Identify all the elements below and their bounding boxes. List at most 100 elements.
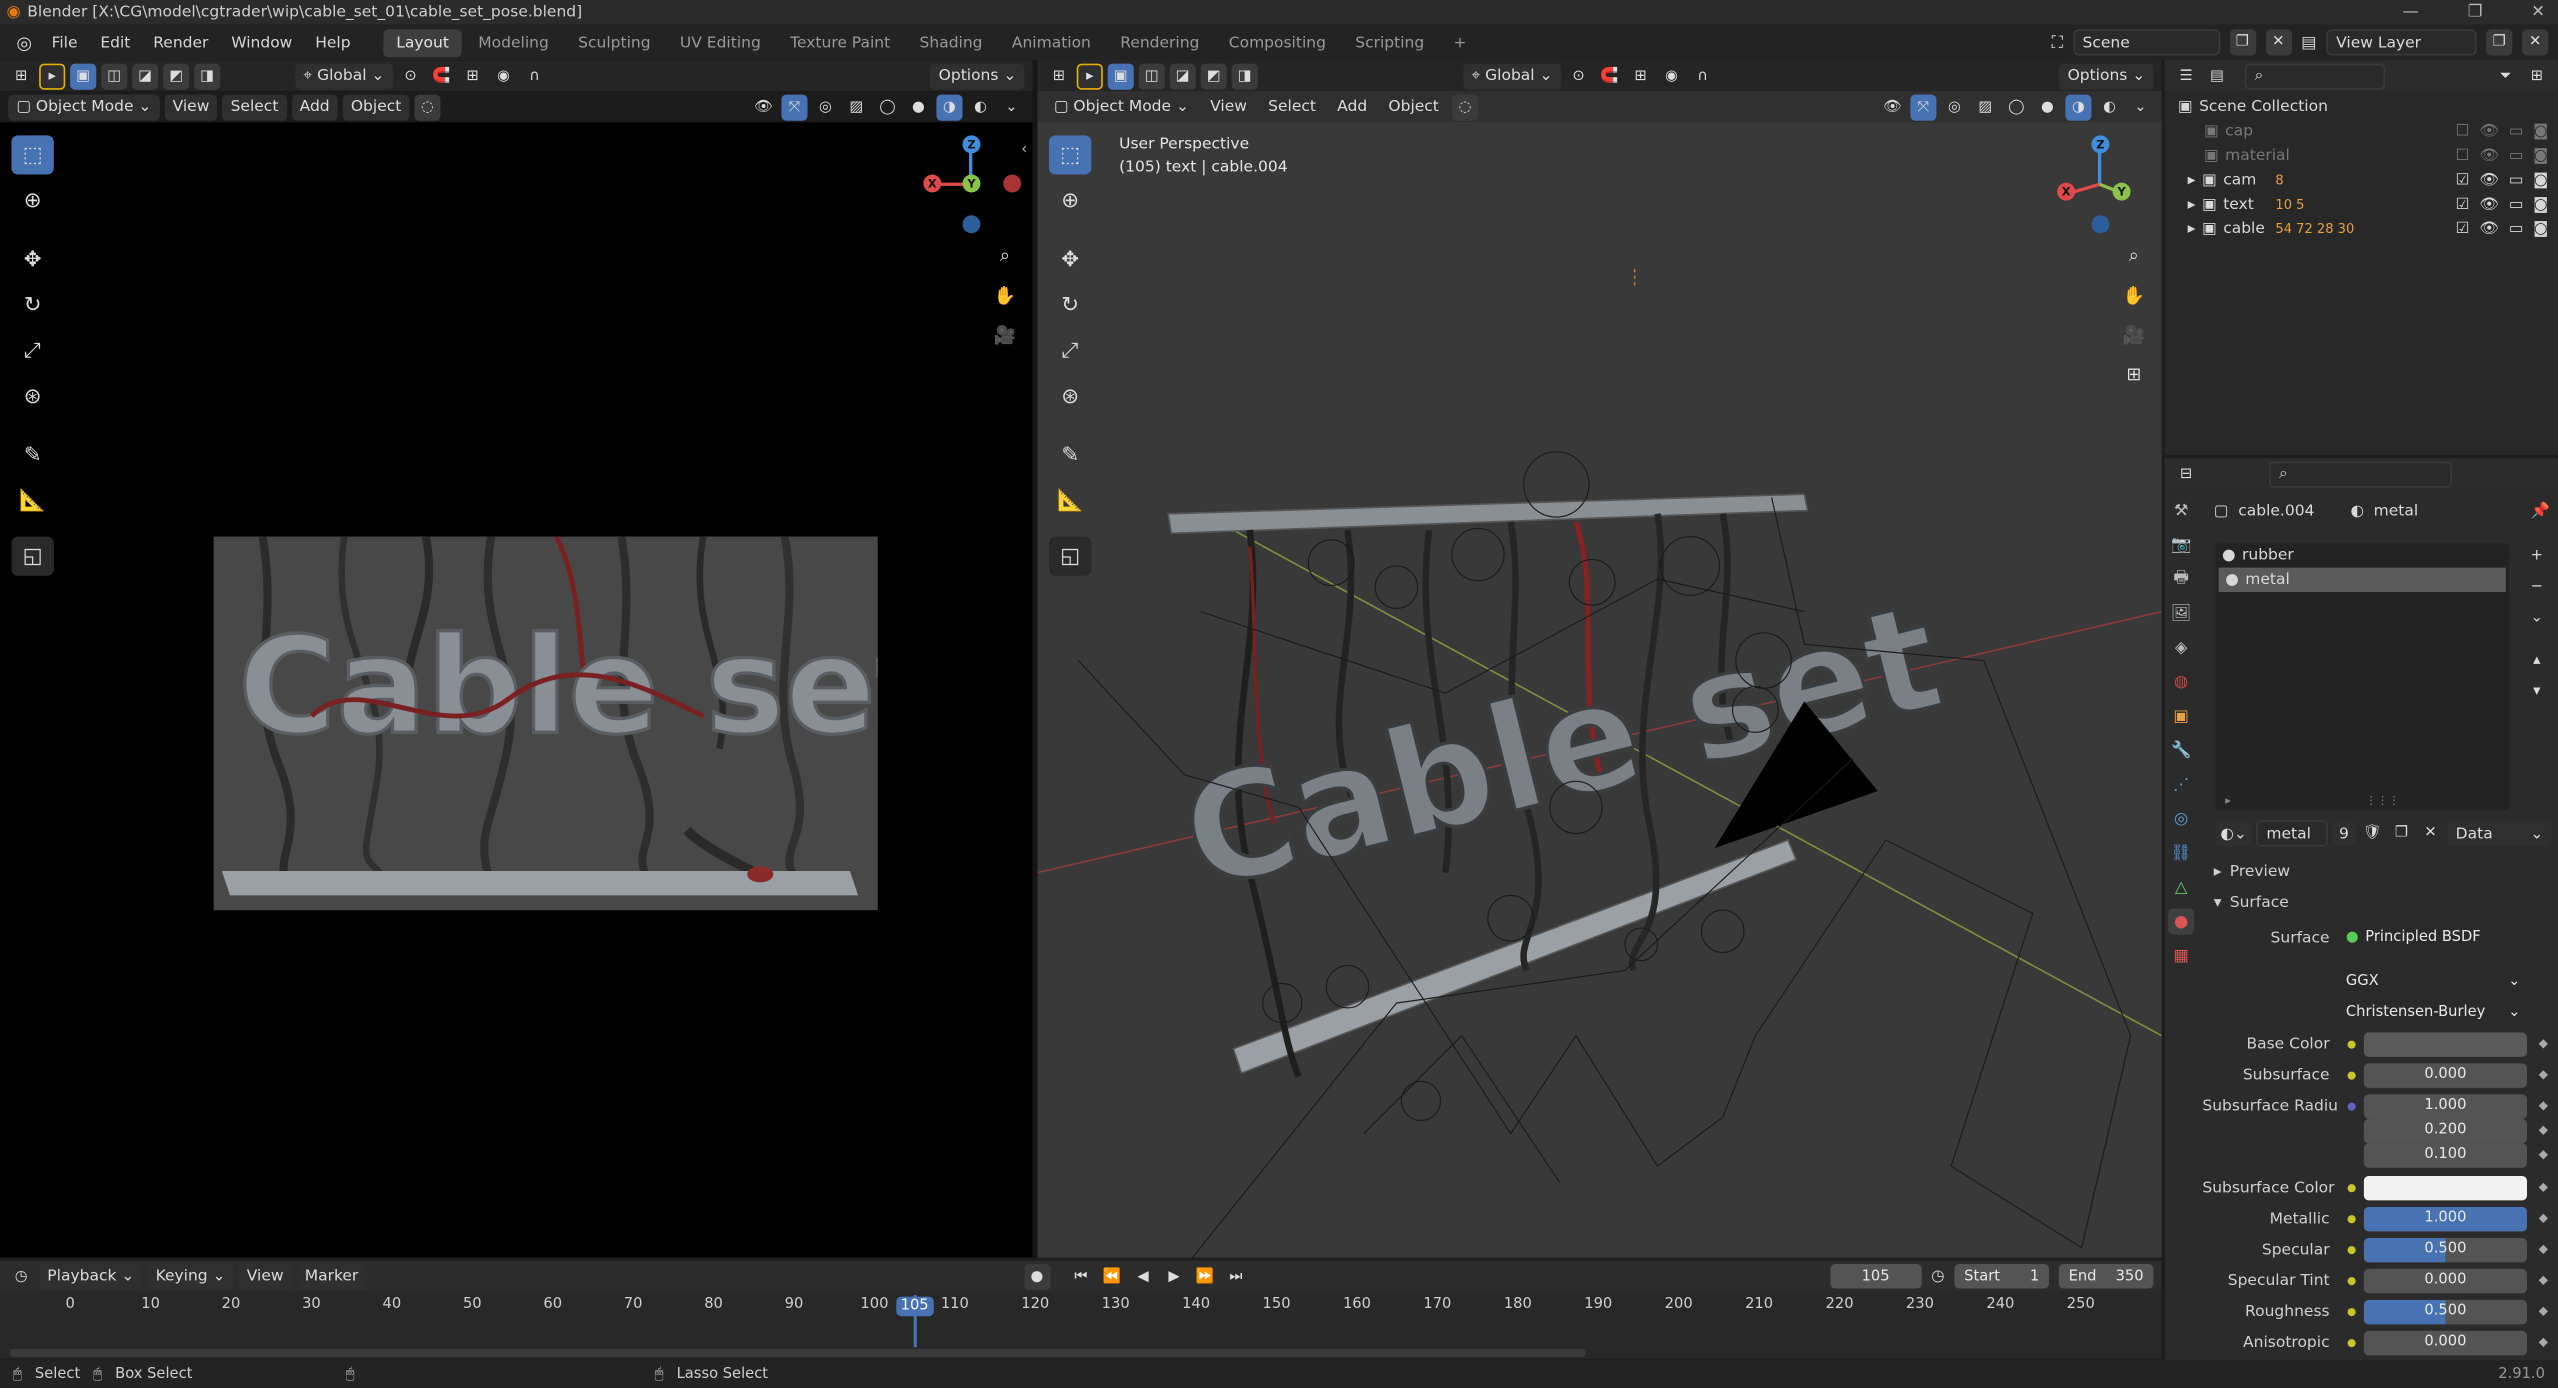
fake-user-icon[interactable]: 🛡 bbox=[2360, 820, 2384, 846]
pan-hand-icon[interactable]: ✋ bbox=[989, 279, 1022, 312]
input-value-field[interactable]: 1.000 bbox=[2363, 1206, 2528, 1231]
gizmo-y-axis[interactable]: Y bbox=[2112, 182, 2131, 201]
xray-icon[interactable]: ▨ bbox=[843, 94, 869, 120]
tab-scripting[interactable]: Scripting bbox=[1342, 29, 1437, 57]
overlay-toggle-icon[interactable]: ◎ bbox=[1941, 94, 1967, 120]
select-mode-extend-icon[interactable]: ◫ bbox=[1138, 62, 1165, 89]
prev-keyframe-icon[interactable]: ⏪ bbox=[1099, 1263, 1125, 1289]
options-dropdown[interactable]: Options ⌄ bbox=[930, 62, 1025, 89]
socket-dot-icon[interactable] bbox=[2347, 1245, 2356, 1254]
menu-view[interactable]: View bbox=[1201, 93, 1256, 120]
select-mode-invert-icon[interactable]: ◩ bbox=[163, 62, 190, 89]
cursor-tool-icon[interactable]: ⊕ bbox=[11, 181, 53, 220]
socket-dot-icon[interactable] bbox=[2347, 1039, 2356, 1048]
remove-slot-icon[interactable]: − bbox=[2524, 574, 2550, 600]
keyframe-icon[interactable] bbox=[2538, 1244, 2548, 1254]
end-frame-field[interactable]: End 350 bbox=[2058, 1264, 2154, 1289]
falloff-icon[interactable]: ∩ bbox=[521, 63, 547, 89]
preview-panel-header[interactable]: ▸ Preview bbox=[2214, 860, 2550, 884]
input-value-field[interactable]: 0.000 bbox=[2363, 1268, 2528, 1293]
play-reverse-icon[interactable]: ◀ bbox=[1130, 1263, 1156, 1289]
snap-target-icon[interactable]: ⊞ bbox=[459, 63, 485, 89]
object-tab-icon[interactable]: ▣ bbox=[2168, 703, 2194, 729]
left-viewport[interactable]: ⊞ ▸ ▣ ◫ ◪ ◩ ◨ ⌖ Global ⌄ ⊙ 🧲 ⊞ ◉ ∩ Options… bbox=[0, 60, 1033, 1258]
select-box-tool-icon[interactable]: ⬚ bbox=[11, 135, 54, 175]
zoom-icon[interactable]: ⌕ bbox=[989, 240, 1022, 273]
outliner-root[interactable]: ▣ Scene Collection bbox=[2165, 95, 2558, 119]
distribution-dropdown[interactable]: GGX ⌄ bbox=[2339, 969, 2528, 995]
material-tab-icon[interactable]: ● bbox=[2168, 908, 2195, 935]
camera-icon[interactable]: ◙ bbox=[2533, 147, 2548, 165]
filter-icon[interactable]: ⏷ bbox=[2493, 63, 2519, 89]
transform-tool-icon[interactable]: ⊛ bbox=[11, 377, 53, 416]
select-mode-subtract-icon[interactable]: ◪ bbox=[1169, 62, 1196, 89]
checkbox-icon[interactable]: ☑ bbox=[2456, 220, 2470, 238]
menu-edit[interactable]: Edit bbox=[91, 30, 141, 54]
material-name-field[interactable]: metal bbox=[2256, 820, 2328, 847]
select-mode-intersect-icon[interactable]: ◨ bbox=[1231, 62, 1258, 89]
close-icon[interactable]: ✕ bbox=[2531, 3, 2545, 21]
pivot-icon[interactable]: ⊙ bbox=[1566, 63, 1592, 89]
snap-icon[interactable]: 🧲 bbox=[428, 63, 454, 89]
right-viewport[interactable]: ⊞ ▸ ▣ ◫ ◪ ◩ ◨ ⌖ Global ⌄ ⊙ 🧲 ⊞ ◉ ∩ Options… bbox=[1037, 60, 2162, 1258]
solid-shading-icon[interactable]: ● bbox=[2034, 94, 2060, 120]
material-shading-icon[interactable]: ◑ bbox=[2065, 93, 2092, 120]
new-scene-icon[interactable]: ❐ bbox=[2229, 29, 2256, 56]
menu-window[interactable]: Window bbox=[221, 30, 302, 54]
pan-hand-icon[interactable]: ✋ bbox=[2118, 279, 2151, 312]
unlink-icon[interactable]: ✕ bbox=[2418, 820, 2442, 846]
resize-grip-icon[interactable]: ⋮⋮⋮ bbox=[2366, 794, 2400, 807]
new-collection-icon[interactable]: ⊞ bbox=[2524, 63, 2550, 89]
keyframe-icon[interactable] bbox=[2538, 1039, 2548, 1049]
socket-dot-icon[interactable] bbox=[2347, 1101, 2356, 1110]
socket-dot-icon[interactable] bbox=[2347, 1070, 2356, 1079]
texture-tab-icon[interactable]: ▦ bbox=[2168, 943, 2194, 969]
input-value-field[interactable]: 0.500 bbox=[2363, 1237, 2528, 1262]
editor-type-icon[interactable]: ⊞ bbox=[8, 63, 34, 89]
right-navigation-gizmo[interactable]: Z X Y bbox=[2056, 134, 2160, 242]
editor-type-icon[interactable]: ◷ bbox=[8, 1263, 34, 1289]
scene-icon[interactable]: ⛶ bbox=[2052, 33, 2063, 51]
outliner-item-text[interactable]: ▸ ▣ text 10 5 ☑ 👁 ▭ ◙ bbox=[2165, 192, 2558, 216]
tab-uv-editing[interactable]: UV Editing bbox=[667, 29, 774, 57]
add-workspace-button[interactable]: + bbox=[1441, 29, 1480, 57]
keying-menu[interactable]: Keying ⌄ bbox=[147, 1263, 234, 1290]
tool-tab-icon[interactable]: ⚒ bbox=[2168, 497, 2194, 523]
input-value-field[interactable]: 0.000 bbox=[2363, 1062, 2528, 1088]
play-icon[interactable]: ▶ bbox=[1161, 1263, 1187, 1289]
tab-sculpting[interactable]: Sculpting bbox=[565, 29, 663, 57]
browse-material-icon[interactable]: ◐⌄ bbox=[2215, 820, 2252, 847]
eye-icon[interactable]: 👁 bbox=[2479, 196, 2499, 214]
outliner-item-cap[interactable]: ▣ cap ☐ 👁 ▭ ◙ bbox=[2165, 119, 2558, 143]
editor-type-icon[interactable]: ⊟ bbox=[2173, 461, 2199, 487]
scene-tab-icon[interactable]: ◈ bbox=[2168, 634, 2194, 660]
measure-tool-icon[interactable]: 📐 bbox=[11, 481, 53, 520]
wireframe-shading-icon[interactable]: ◯ bbox=[2003, 94, 2029, 120]
solid-shading-icon[interactable]: ● bbox=[905, 94, 931, 120]
socket-dot-icon[interactable] bbox=[2347, 1276, 2356, 1285]
constraints-tab-icon[interactable]: ⛓ bbox=[2168, 840, 2194, 866]
mode-dropdown[interactable]: ▢ Object Mode ⌄ bbox=[8, 93, 160, 120]
menu-add[interactable]: Add bbox=[291, 93, 338, 120]
gizmo-z-axis[interactable]: Z bbox=[2091, 135, 2110, 154]
keyframe-icon[interactable] bbox=[2538, 1306, 2548, 1316]
navigation-gizmo[interactable]: Z X Y bbox=[917, 134, 1031, 248]
keyframe-icon[interactable] bbox=[2538, 1101, 2548, 1111]
view-menu[interactable]: View bbox=[238, 1263, 292, 1290]
outliner-item-cam[interactable]: ▸ ▣ cam 8 ☑ 👁 ▭ ◙ bbox=[2165, 168, 2558, 192]
eye-icon[interactable]: 👁 bbox=[2479, 220, 2499, 238]
monitor-icon[interactable]: ▭ bbox=[2509, 171, 2524, 189]
tab-compositing[interactable]: Compositing bbox=[1216, 29, 1339, 57]
minimize-icon[interactable]: — bbox=[2402, 3, 2418, 21]
rendered-shading-icon[interactable]: ◐ bbox=[967, 94, 993, 120]
input-value-field[interactable]: 1.000 bbox=[2363, 1093, 2528, 1119]
monitor-icon[interactable]: ▭ bbox=[2509, 196, 2524, 214]
jump-end-icon[interactable]: ⏭ bbox=[1223, 1263, 1249, 1289]
pin-icon[interactable]: 📌 bbox=[2531, 502, 2550, 520]
world-tab-icon[interactable]: ◍ bbox=[2168, 669, 2194, 695]
surface-panel-header[interactable]: ▾ Surface bbox=[2214, 891, 2550, 915]
gizmo-y-axis[interactable]: Y bbox=[962, 174, 981, 193]
input-value-field[interactable]: 0.500 bbox=[2363, 1299, 2528, 1324]
gizmo-z-axis[interactable]: Z bbox=[962, 135, 981, 154]
zoom-icon[interactable]: ⌕ bbox=[2118, 240, 2151, 273]
